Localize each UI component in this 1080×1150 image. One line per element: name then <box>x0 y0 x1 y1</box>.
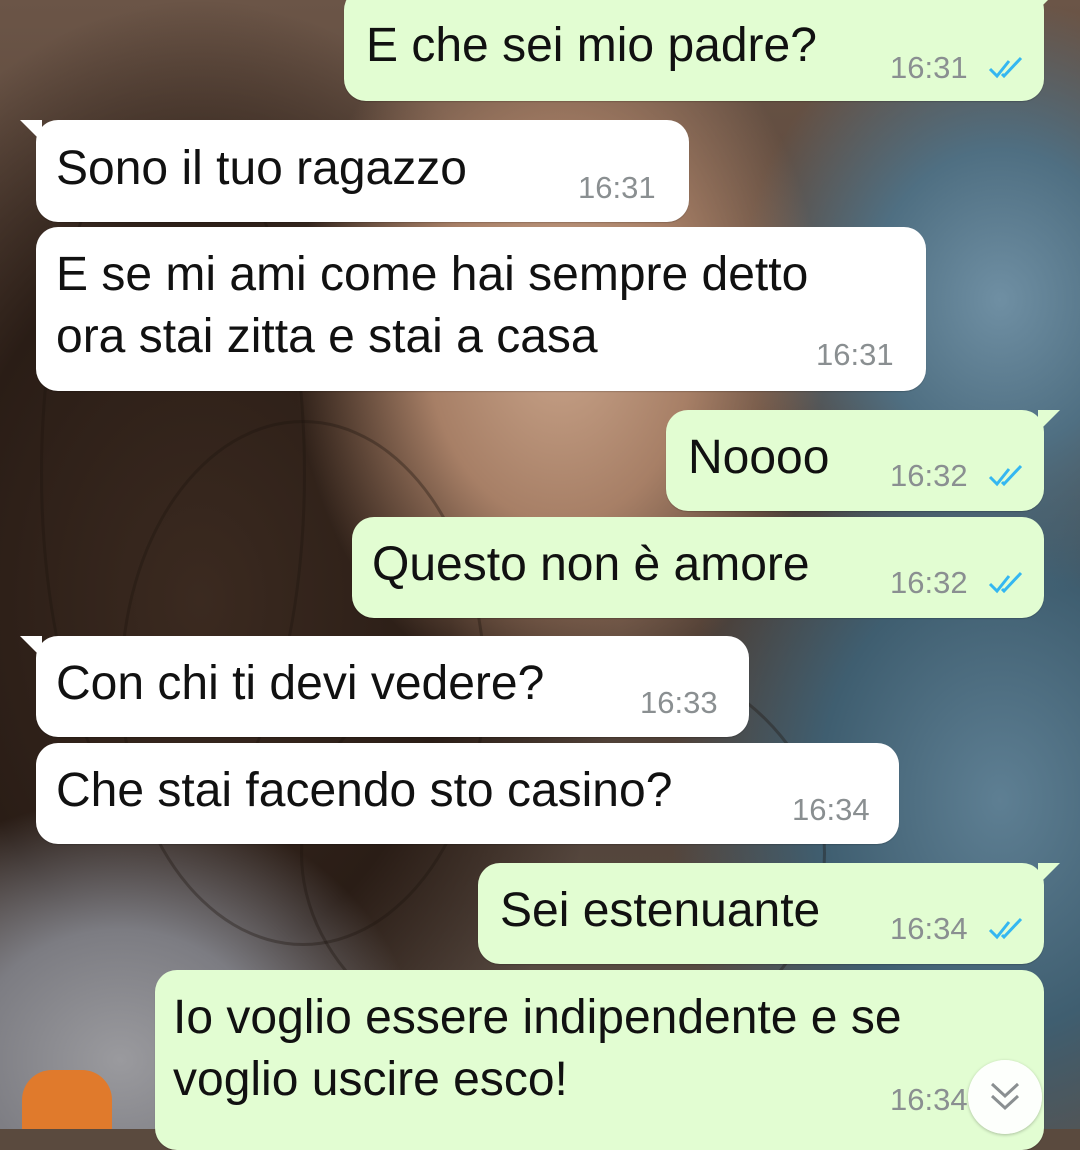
message-time: 16:34 <box>792 792 870 827</box>
message-text: Sono il tuo ragazzo <box>56 142 467 195</box>
message-bubble-incoming[interactable]: Con chi ti devi vedere? 16:33 <box>20 636 749 737</box>
message-time: 16:31 <box>890 50 968 85</box>
message-text: Noooo <box>688 431 830 484</box>
double-check-icon <box>988 571 1023 594</box>
message-time: 16:32 <box>890 565 968 600</box>
message-bubble-outgoing[interactable]: Noooo 16:32 <box>666 410 1060 511</box>
message-text: voglio uscire esco! <box>173 1053 568 1106</box>
wallpaper-detail <box>22 1070 112 1129</box>
message-text: Con chi ti devi vedere? <box>56 657 545 710</box>
message-bubble-outgoing[interactable]: E che sei mio padre? 16:31 <box>344 0 1060 101</box>
message-bubble-outgoing[interactable]: Sei estenuante 16:34 <box>478 863 1060 964</box>
message-bubble-incoming[interactable]: E se mi ami come hai sempre detto ora st… <box>36 227 926 391</box>
double-check-icon <box>988 56 1023 79</box>
message-text: Che stai facendo sto casino? <box>56 764 673 817</box>
message-bubble-incoming[interactable]: Che stai facendo sto casino? 16:34 <box>36 743 899 844</box>
message-text: E che sei mio padre? <box>366 19 817 72</box>
message-bubble-outgoing[interactable]: Questo non è amore 16:32 <box>352 517 1044 618</box>
message-bubble-outgoing[interactable]: Io voglio essere indipendente e se vogli… <box>155 970 1044 1150</box>
message-text: Io voglio essere indipendente e se <box>173 991 902 1044</box>
message-text: Sei estenuante <box>500 884 821 937</box>
double-check-icon <box>988 464 1023 487</box>
message-text: ora stai zitta e stai a casa <box>56 310 598 363</box>
chevron-double-down-icon <box>990 1082 1020 1111</box>
scroll-to-bottom-button[interactable] <box>968 1060 1042 1134</box>
message-time: 16:34 <box>890 911 968 946</box>
message-time: 16:31 <box>578 170 656 205</box>
message-time: 16:33 <box>640 685 718 720</box>
double-check-icon <box>988 917 1023 940</box>
message-bubble-incoming[interactable]: Sono il tuo ragazzo 16:31 <box>20 120 689 222</box>
message-time: 16:31 <box>816 337 894 372</box>
message-time: 16:32 <box>890 458 968 493</box>
message-text: E se mi ami come hai sempre detto <box>56 248 809 301</box>
message-text: Questo non è amore <box>372 538 810 591</box>
message-time: 16:34 <box>890 1082 968 1117</box>
